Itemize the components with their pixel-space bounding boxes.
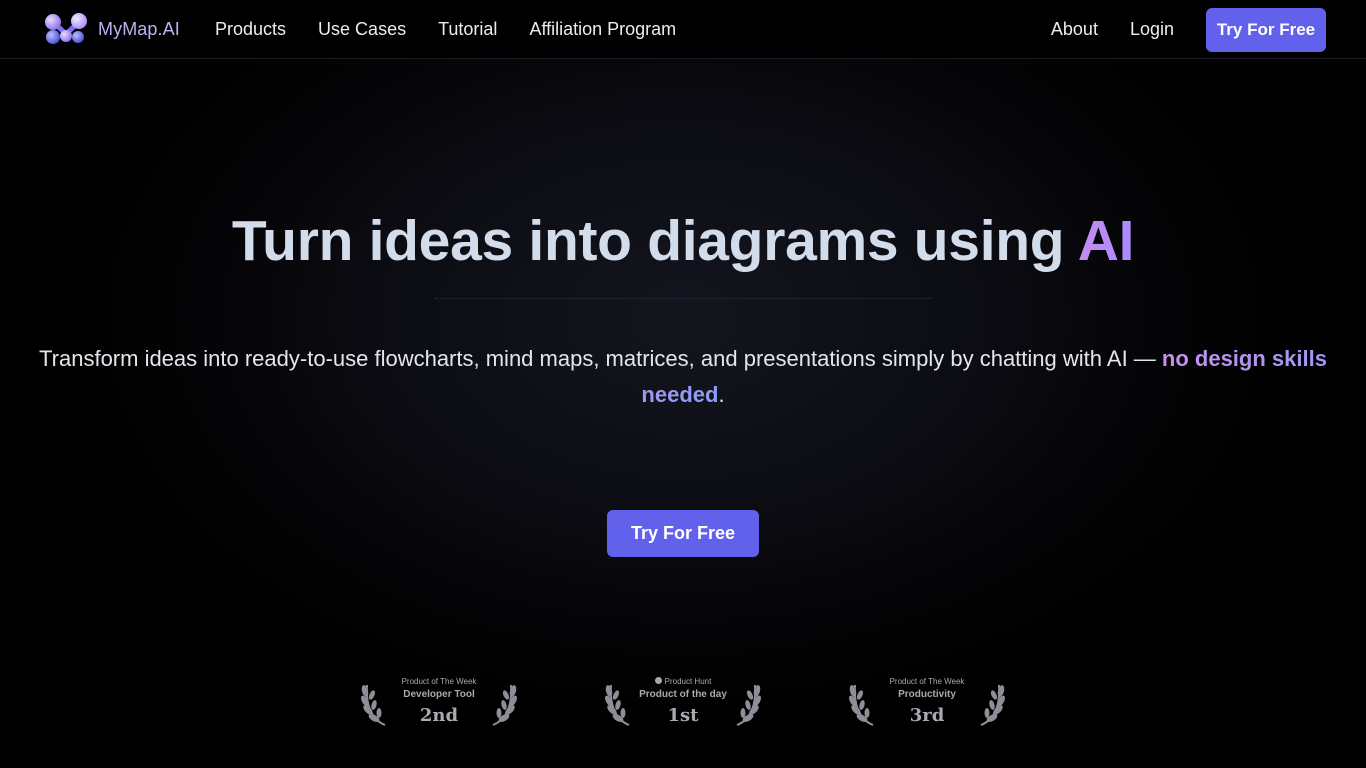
award-label: Product Hunt: [603, 677, 763, 686]
product-hunt-icon: [654, 677, 662, 685]
award-label: Product of The Week: [889, 677, 965, 686]
nav-link-tutorial[interactable]: Tutorial: [438, 19, 497, 40]
hero-headline: Turn ideas into diagrams using AI: [0, 207, 1366, 275]
nav-link-about[interactable]: About: [1051, 19, 1098, 40]
award-rank: 3rd: [909, 705, 945, 726]
nav-try-for-free-button[interactable]: Try For Free: [1206, 7, 1326, 52]
secondary-nav: About Login Try For Free: [1051, 0, 1326, 58]
award-rank: 1st: [667, 705, 699, 726]
award-category: Productivity: [898, 689, 956, 700]
award-label-text: Product Hunt: [664, 677, 712, 686]
awards-row: Product of The Week Developer Tool 2nd P…: [0, 669, 1366, 749]
top-navbar: MyMap.AI Products Use Cases Tutorial Aff…: [0, 0, 1366, 59]
nav-link-affiliation-program[interactable]: Affiliation Program: [529, 19, 676, 40]
award-rank: 2nd: [419, 705, 459, 726]
award-badge-productivity[interactable]: Product of The Week Productivity 3rd: [847, 669, 1007, 735]
hero-section: Turn ideas into diagrams using AI Transf…: [0, 59, 1366, 768]
award-category: Product of the day: [639, 689, 727, 700]
molecule-logo-icon: [45, 13, 87, 44]
nav-link-login[interactable]: Login: [1130, 19, 1174, 40]
nav-link-use-cases[interactable]: Use Cases: [318, 19, 406, 40]
subtitle-prefix: Transform ideas into ready-to-use flowch…: [39, 346, 1162, 371]
award-badge-developer-tool[interactable]: Product of The Week Developer Tool 2nd: [359, 669, 519, 735]
brand-name: MyMap.AI: [98, 18, 180, 39]
hero-subtitle: Transform ideas into ready-to-use flowch…: [0, 341, 1366, 413]
award-category: Developer Tool: [403, 689, 475, 700]
headline-divider: [435, 298, 931, 299]
nav-link-products[interactable]: Products: [215, 19, 286, 40]
award-label: Product of The Week: [401, 677, 477, 686]
subtitle-suffix: .: [718, 382, 725, 407]
hero-try-for-free-button[interactable]: Try For Free: [607, 510, 759, 557]
award-badge-product-of-the-day[interactable]: Product Hunt Product of the day 1st: [603, 669, 763, 735]
headline-prefix: Turn ideas into diagrams using: [231, 209, 1078, 273]
brand-logo-link[interactable]: MyMap.AI: [43, 12, 180, 46]
headline-accent: AI: [1077, 209, 1135, 273]
primary-nav: Products Use Cases Tutorial Affiliation …: [215, 0, 708, 58]
